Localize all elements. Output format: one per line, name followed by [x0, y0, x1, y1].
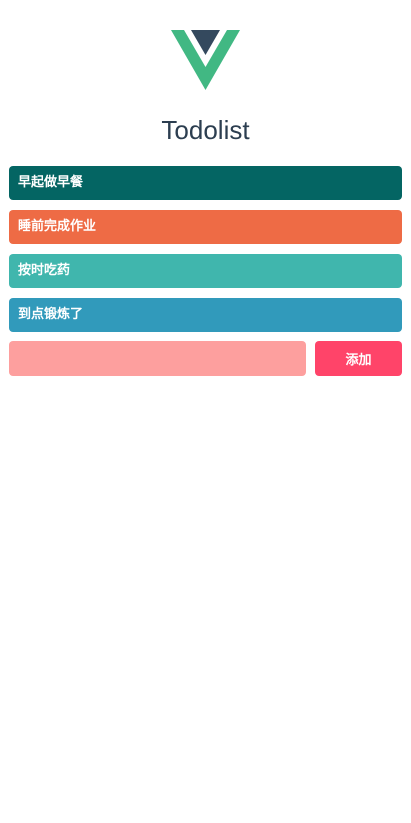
add-todo-form: 添加	[9, 341, 402, 376]
todo-item[interactable]: 早起做早餐	[9, 166, 402, 200]
add-button[interactable]: 添加	[315, 341, 402, 376]
todo-item[interactable]: 按时吃药	[9, 254, 402, 288]
todo-item[interactable]: 睡前完成作业	[9, 210, 402, 244]
todo-list: 早起做早餐睡前完成作业 按时吃药到点锻炼了	[9, 166, 402, 342]
todo-item[interactable]: 到点锻炼了	[9, 298, 402, 332]
todo-app: Todolist 早起做早餐睡前完成作业 按时吃药到点锻炼了 添加	[0, 0, 411, 823]
todo-input[interactable]	[9, 341, 306, 376]
page-title: Todolist	[161, 115, 250, 145]
vue-logo-icon	[171, 30, 240, 90]
